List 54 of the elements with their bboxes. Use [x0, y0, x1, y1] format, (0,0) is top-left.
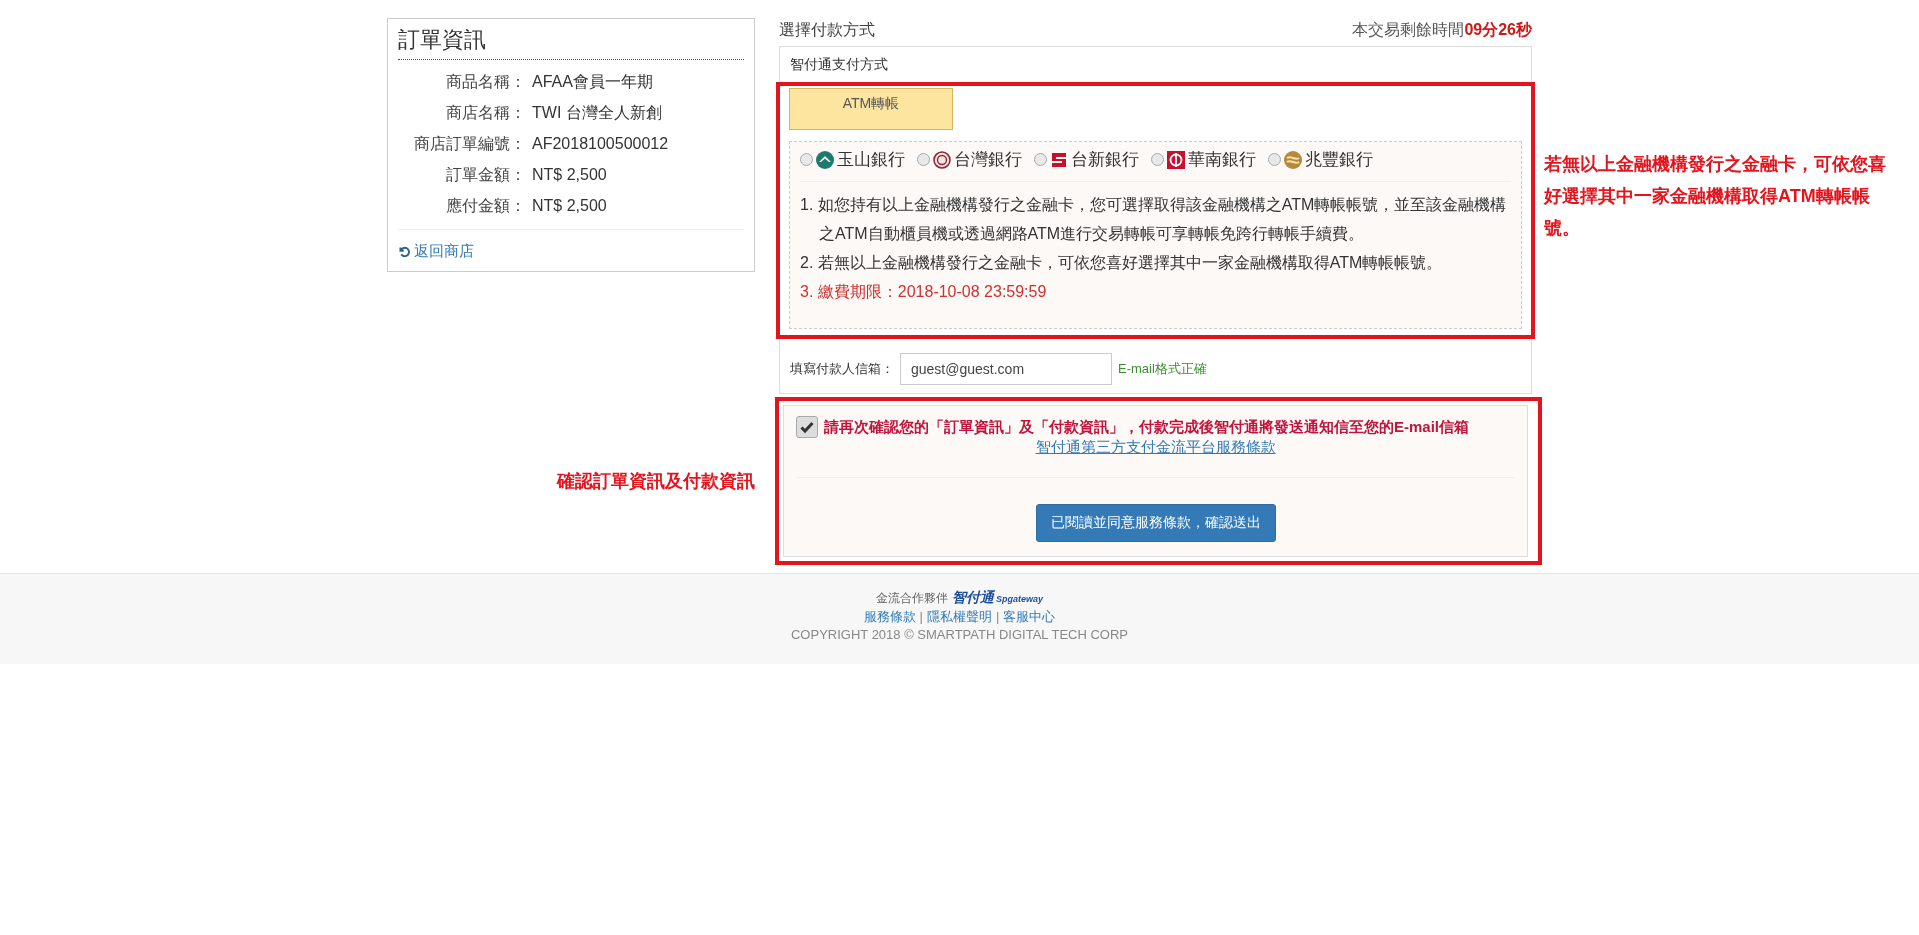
square-emblem-icon	[1167, 150, 1185, 169]
field-value: NT$ 2,500	[531, 165, 607, 185]
ribbon-s-icon	[1050, 150, 1068, 169]
instruction-text: 3. 繳費期限：2018-10-08 23:59:59	[800, 282, 1048, 302]
instruction-text: 1. 如您持有以上金融機構發行之金融卡，您可選擇取得該金融機構之ATM轉帳帳號，並至該金融機構之ATM自動櫃員機或透過網路ATM進行交易轉帳可享轉帳免跨行轉帳手續費。	[800, 195, 1508, 244]
field-label: 商店名稱：	[445, 103, 526, 123]
bank-name: 華南銀行	[1188, 149, 1256, 171]
instruction-text: 2. 若無以上金融機構發行之金融卡，可依您喜好選擇其中一家金融機構取得ATM轉帳帳號。	[800, 253, 1444, 273]
field-value: TWI 台灣全人新創	[531, 103, 662, 123]
footer-link[interactable]: 客服中心	[1003, 608, 1056, 626]
undo-icon	[398, 245, 411, 258]
panel-title: 智付通支付方式	[789, 55, 889, 74]
bank-name: 兆豐銀行	[1305, 149, 1373, 171]
timer-value: 09分26秒	[1464, 21, 1532, 38]
annotation-text: 確認訂單資訊及付款資訊	[557, 470, 755, 493]
confirm-text: 請再次確認您的「訂單資訊」及「付款資訊」，付款完成後智付通將發送通知信至您的E-mail信箱	[824, 417, 1469, 437]
separator: |	[919, 608, 923, 626]
terms-link[interactable]: 智付通第三方支付金流平台服務條款	[1035, 438, 1276, 455]
field-value: AF2018100500012	[531, 134, 669, 154]
email-label: 填寫付款人信箱：	[790, 360, 894, 378]
bank-name: 台灣銀行	[954, 149, 1022, 171]
confirm-checkbox[interactable]	[796, 416, 818, 438]
copyright-text: COPYRIGHT 2018 © SMARTPATH DIGITAL TECH CORP	[790, 626, 1129, 644]
field-label: 應付金額：	[445, 196, 526, 216]
field-label: 商店訂單編號：	[413, 134, 526, 154]
partner-label: 金流合作夥伴	[876, 590, 948, 607]
field-value: NT$ 2,500	[531, 196, 607, 216]
back-to-store-link[interactable]: 返回商店	[414, 242, 474, 261]
radio-button[interactable]	[1268, 153, 1281, 166]
partner-logo: 智付通Spgateway	[952, 588, 1043, 607]
mountain-circle-icon	[816, 150, 834, 169]
striped-sphere-icon	[1284, 150, 1302, 169]
timer-label: 本交易剩餘時間	[1352, 21, 1465, 38]
submit-button[interactable]: 已閱讀並同意服務條款，確認送出	[1035, 504, 1276, 542]
atm-transfer-tab[interactable]: ATM轉帳	[789, 88, 953, 130]
footer-link[interactable]: 隱私權聲明	[927, 608, 992, 626]
radio-button[interactable]	[800, 153, 813, 166]
field-label: 商品名稱：	[445, 72, 526, 92]
card-title: 訂單資訊	[398, 25, 744, 60]
section-title: 選擇付款方式	[779, 20, 875, 40]
separator: |	[996, 608, 1000, 626]
checkmark-icon	[799, 419, 815, 435]
field-label: 訂單金額：	[445, 165, 526, 185]
radio-button[interactable]	[917, 153, 930, 166]
bank-name: 玉山銀行	[837, 149, 905, 171]
radio-button[interactable]	[1151, 153, 1164, 166]
email-input[interactable]: guest@guest.com	[900, 353, 1112, 385]
email-valid-text: E-mail格式正確	[1118, 360, 1207, 378]
bank-name: 台新銀行	[1071, 149, 1139, 171]
footer-link[interactable]: 服務條款	[863, 608, 916, 626]
seal-circle-icon	[933, 150, 951, 169]
field-value: AFAA會員一年期	[531, 72, 653, 92]
annotation-text: 若無以上金融機構發行之金融卡，可依您喜好選擇其中一家金融機構取得ATM轉帳帳號。	[1544, 153, 1887, 240]
radio-button[interactable]	[1034, 153, 1047, 166]
